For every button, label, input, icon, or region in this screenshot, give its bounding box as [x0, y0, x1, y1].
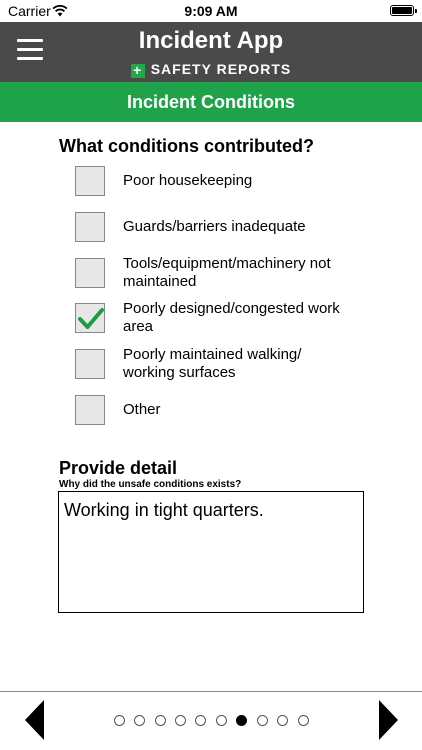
brand-label: SAFETY REPORTS — [150, 61, 292, 77]
previous-arrow-icon[interactable] — [25, 700, 45, 740]
option-label: Other — [123, 401, 161, 418]
app-header: Incident App + SAFETY REPORTS — [0, 22, 422, 82]
question-heading: What conditions contributed? — [59, 136, 314, 156]
option-label: Poor housekeeping — [123, 172, 253, 189]
option-label: Tools/equipment/machinery not maintained — [123, 255, 331, 290]
option-other[interactable]: Other — [75, 395, 355, 435]
checkbox[interactable] — [75, 212, 105, 242]
checkbox-checked[interactable] — [75, 303, 105, 333]
page-dot[interactable] — [155, 715, 166, 726]
option-poor-housekeeping[interactable]: Poor housekeeping — [75, 166, 355, 206]
app-title: Incident App — [138, 27, 284, 54]
plus-icon: + — [130, 63, 145, 78]
brand-logo: + SAFETY REPORTS — [0, 61, 422, 78]
section-title: Incident Conditions — [0, 82, 422, 122]
option-label: Poorly designed/congested work area — [123, 300, 340, 335]
checkbox[interactable] — [75, 258, 105, 288]
option-label: Guards/barriers inadequate — [123, 218, 306, 235]
status-bar: Carrier 9:09 AM — [0, 0, 422, 22]
option-tools-equipment[interactable]: Tools/equipment/machinery not maintained — [75, 255, 355, 298]
detail-textarea[interactable]: Working in tight quarters. — [58, 491, 364, 613]
page-dot[interactable] — [195, 715, 206, 726]
checkbox[interactable] — [75, 395, 105, 425]
detail-subheading: Why did the unsafe conditions exists? — [59, 479, 242, 490]
detail-heading: Provide detail — [59, 458, 178, 478]
page-dot[interactable] — [114, 715, 125, 726]
page-dot[interactable] — [298, 715, 309, 726]
next-arrow-icon[interactable] — [378, 700, 398, 740]
page-dot[interactable] — [175, 715, 186, 726]
hamburger-icon-bar — [17, 57, 43, 60]
checkbox[interactable] — [75, 166, 105, 196]
page-dot-active[interactable] — [236, 715, 247, 726]
option-walking-surfaces[interactable]: Poorly maintained walking/ working surfa… — [75, 346, 355, 389]
option-label: Poorly maintained walking/ working surfa… — [123, 346, 302, 381]
checkmark-icon — [78, 308, 104, 329]
page-dot[interactable] — [134, 715, 145, 726]
battery-icon — [390, 5, 417, 16]
option-guards-barriers[interactable]: Guards/barriers inadequate — [75, 212, 355, 252]
checkbox[interactable] — [75, 349, 105, 379]
option-congested-work-area[interactable]: Poorly designed/congested work area — [75, 300, 355, 343]
bottom-divider — [0, 691, 422, 692]
page-dot[interactable] — [257, 715, 268, 726]
page-dot[interactable] — [277, 715, 288, 726]
page-dot[interactable] — [216, 715, 227, 726]
clock: 9:09 AM — [184, 3, 238, 19]
